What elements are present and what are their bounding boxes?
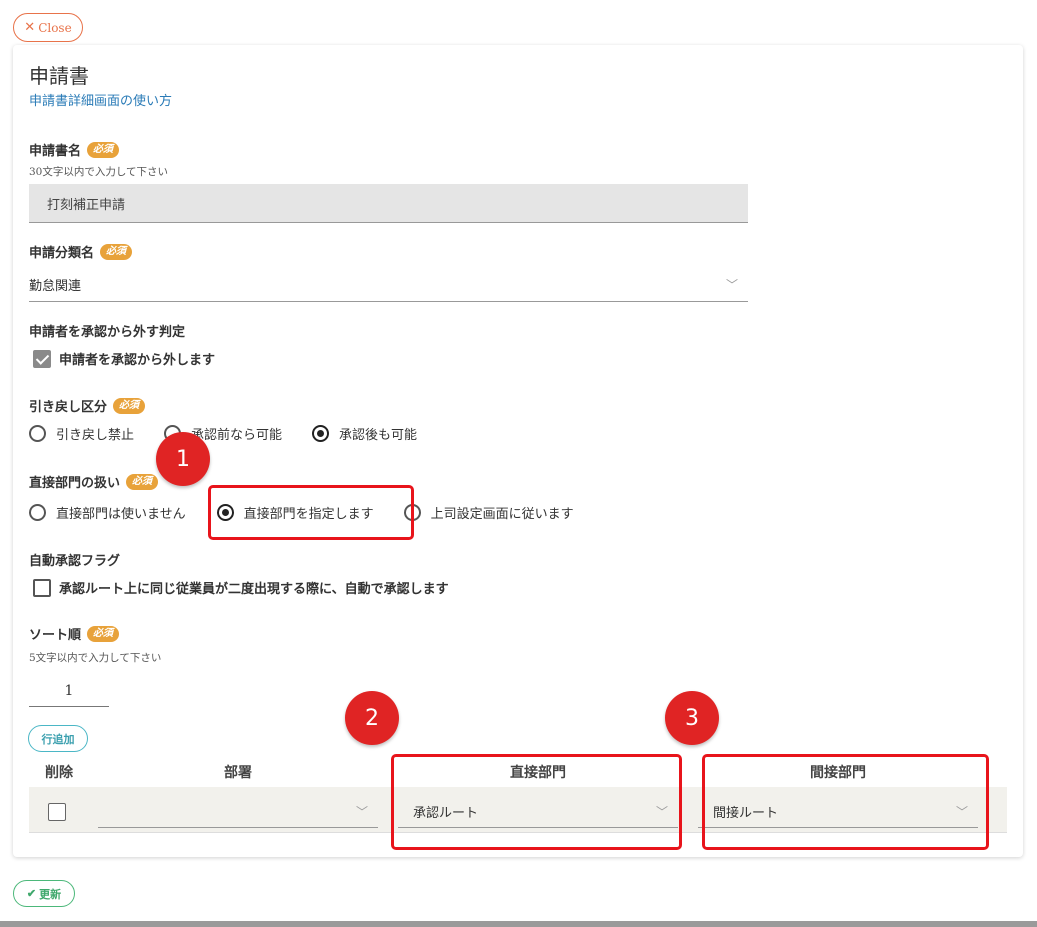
- withdrawal-option-prohibited[interactable]: 引き戻し禁止: [29, 424, 134, 443]
- required-badge: 必須: [87, 625, 120, 642]
- auto-approve-checkbox-label: 承認ルート上に同じ従業員が二度出現する際に、自動で承認します: [59, 582, 449, 597]
- name-field[interactable]: 打刻補正申請: [29, 184, 748, 223]
- required-badge: 必須: [100, 243, 133, 260]
- chevron-down-icon: ﹀: [355, 805, 368, 819]
- delete-row-checkbox[interactable]: [48, 803, 66, 821]
- exclude-applicant-checkbox[interactable]: [33, 349, 51, 368]
- radio-button-selected[interactable]: [312, 425, 330, 442]
- sort-order-hint: 5文字以内で入力して下さい: [29, 652, 162, 664]
- direct-dept-option-boss-settings[interactable]: 上司設定画面に従います: [403, 503, 574, 522]
- annotation-marker-2: 2: [345, 691, 399, 745]
- help-link[interactable]: 申請書詳細画面の使い方: [29, 90, 172, 109]
- highlight-box-2: [391, 754, 682, 850]
- radio-button[interactable]: [29, 504, 46, 521]
- annotation-marker-1: 1: [156, 432, 210, 486]
- check-icon: ✔: [26, 888, 37, 900]
- auto-approve-checkbox[interactable]: [33, 578, 51, 597]
- column-header-delete: 削除: [45, 765, 73, 781]
- close-button-label: Close: [38, 20, 72, 35]
- radio-button[interactable]: [29, 425, 46, 442]
- withdrawal-option-after-approval[interactable]: 承認後も可能: [312, 424, 417, 443]
- update-button[interactable]: ✔ 更新: [13, 880, 75, 907]
- withdrawal-label: 引き戻し区分 必須: [29, 396, 146, 415]
- page-title: 申請書: [29, 64, 89, 88]
- required-badge: 必須: [126, 473, 159, 490]
- department-select[interactable]: ﹀: [98, 796, 378, 828]
- annotation-marker-3: 3: [665, 691, 719, 745]
- withdrawal-radio-group: 引き戻し禁止 承認前なら可能 承認後も可能: [29, 424, 417, 443]
- chevron-down-icon: ﹀: [725, 278, 738, 292]
- direct-dept-option-unused[interactable]: 直接部門は使いません: [29, 503, 186, 522]
- name-field-label: 申請書名 必須: [29, 140, 120, 159]
- update-button-label: 更新: [39, 888, 62, 901]
- add-row-button[interactable]: 行追加: [28, 725, 88, 752]
- auto-approve-option[interactable]: 承認ルート上に同じ従業員が二度出現する際に、自動で承認します: [33, 578, 449, 597]
- required-badge: 必須: [113, 397, 146, 414]
- exclude-applicant-label: 申請者を承認から外す判定: [29, 325, 186, 340]
- bottom-bar: [0, 921, 1037, 927]
- close-icon: ✕: [24, 20, 36, 35]
- close-button[interactable]: ✕ Close: [13, 13, 83, 42]
- highlight-box-1: [208, 485, 414, 540]
- direct-dept-label: 直接部門の扱い 必須: [29, 472, 159, 491]
- exclude-applicant-option[interactable]: 申請者を承認から外します: [33, 349, 215, 368]
- category-field-label: 申請分類名 必須: [29, 242, 133, 261]
- sort-order-label: ソート順 必須: [29, 624, 120, 643]
- column-header-department: 部署: [224, 765, 252, 781]
- sort-order-input[interactable]: 1: [29, 676, 109, 707]
- name-field-hint: 30文字以内で入力して下さい: [29, 166, 169, 178]
- required-badge: 必須: [87, 141, 120, 158]
- category-select-value: 勤怠関連: [29, 279, 82, 294]
- category-select[interactable]: 勤怠関連 ﹀: [29, 268, 748, 302]
- auto-approve-label: 自動承認フラグ: [29, 554, 121, 569]
- highlight-box-3: [702, 754, 989, 850]
- exclude-applicant-checkbox-label: 申請者を承認から外します: [59, 353, 216, 368]
